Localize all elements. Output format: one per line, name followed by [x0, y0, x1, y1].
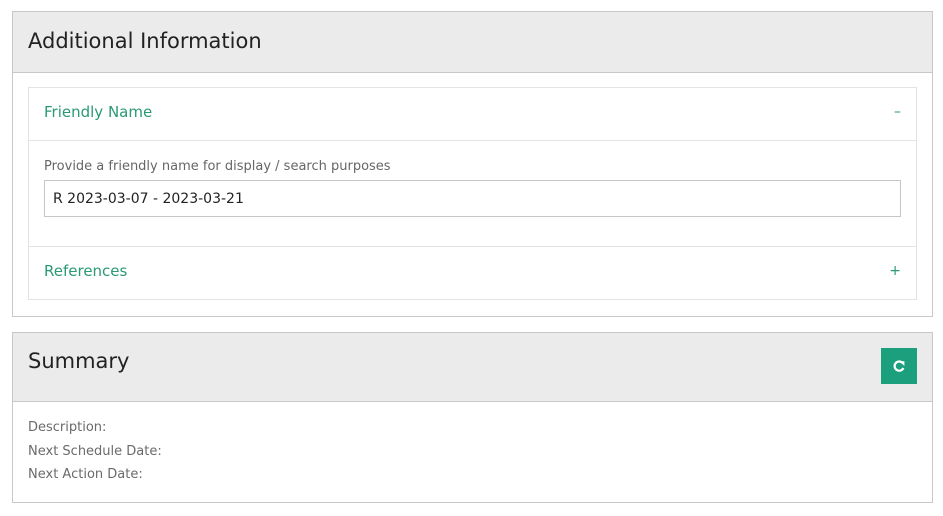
- additional-information-accordion: Friendly Name – Provide a friendly name …: [28, 87, 917, 300]
- summary-header: Summary: [13, 333, 932, 402]
- friendly-name-input[interactable]: [44, 180, 901, 217]
- references-toggle[interactable]: References +: [29, 247, 916, 299]
- next-action-date-label: Next Action Date:: [28, 467, 143, 482]
- friendly-name-title: Friendly Name: [44, 103, 153, 121]
- friendly-name-body: Provide a friendly name for display / se…: [29, 140, 916, 247]
- references-title: References: [44, 262, 128, 280]
- additional-information-header: Additional Information: [13, 12, 932, 73]
- friendly-name-toggle[interactable]: Friendly Name –: [29, 88, 916, 140]
- summary-title: Summary: [28, 349, 130, 373]
- expand-icon: +: [889, 263, 901, 279]
- additional-information-panel: Additional Information Friendly Name – P…: [12, 11, 933, 317]
- refresh-button[interactable]: [881, 348, 917, 384]
- refresh-icon: [893, 360, 905, 372]
- summary-body: Description: Next Schedule Date: Next Ac…: [28, 421, 162, 492]
- summary-panel: Summary Description: Next Schedule Date:…: [12, 332, 933, 503]
- next-schedule-date-label: Next Schedule Date:: [28, 443, 162, 459]
- friendly-name-label: Provide a friendly name for display / se…: [44, 159, 391, 174]
- collapse-icon: –: [894, 104, 901, 120]
- description-label: Description:: [28, 420, 107, 435]
- additional-information-title: Additional Information: [28, 29, 262, 53]
